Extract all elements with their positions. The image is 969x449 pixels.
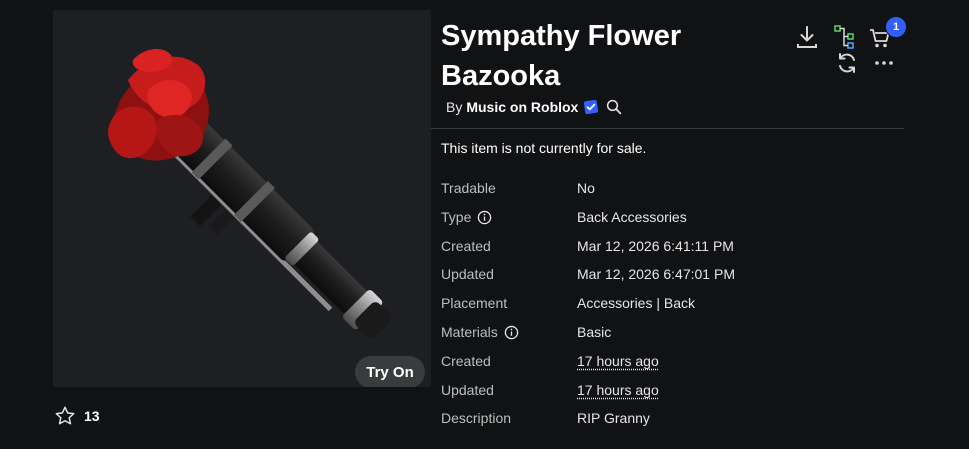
more-options-icon[interactable]	[873, 58, 895, 68]
cart-count-badge: 1	[885, 16, 907, 38]
detail-value: RIP Granny	[577, 410, 650, 426]
detail-label: Description	[441, 410, 512, 426]
by-label: By	[446, 99, 463, 115]
detail-value: Mar 12, 2026 6:41:11 PM	[577, 238, 734, 254]
detail-label: Created	[441, 238, 491, 254]
detail-row-updated-relative: Updated 17 hours ago	[441, 378, 659, 402]
favorite-count: 13	[84, 408, 100, 424]
sale-status: This item is not currently for sale.	[441, 140, 647, 156]
star-icon[interactable]	[54, 405, 76, 427]
item-title-line-2: Bazooka	[441, 60, 561, 92]
detail-row-type: Type Back Accessories	[441, 205, 687, 229]
creator-link[interactable]: Music on Roblox	[466, 99, 578, 115]
detail-row-updated: Updated Mar 12, 2026 6:47:01 PM	[441, 262, 735, 286]
divider	[431, 128, 904, 129]
detail-value: Back Accessories	[577, 209, 687, 225]
detail-label: Created	[441, 353, 491, 369]
item-title-line-1: Sympathy Flower	[441, 20, 682, 52]
download-icon[interactable]	[795, 24, 819, 50]
item-thumbnail: Try On 3D	[53, 10, 431, 387]
detail-row-tradable: Tradable No	[441, 176, 595, 200]
detail-value: No	[577, 180, 595, 196]
search-icon[interactable]	[605, 98, 623, 116]
verified-badge-icon	[584, 99, 599, 115]
detail-label: Placement	[441, 295, 508, 311]
detail-label-wrap: Materials	[441, 324, 577, 340]
detail-row-description: Description RIP Granny	[441, 406, 650, 430]
detail-value: Accessories | Back	[577, 295, 696, 311]
hierarchy-icon[interactable]	[833, 24, 857, 50]
detail-label: Updated	[441, 266, 494, 282]
detail-label-wrap: Type	[441, 209, 577, 225]
favorite-control[interactable]: 13	[54, 405, 100, 427]
creator-row: By Music on Roblox	[446, 98, 623, 116]
info-icon[interactable]	[477, 210, 492, 225]
detail-value: 17 hours ago	[577, 382, 659, 398]
refresh-icon[interactable]	[835, 51, 859, 75]
info-icon[interactable]	[504, 325, 519, 340]
bazooka-illustration	[108, 48, 392, 339]
detail-row-placement: Placement Accessories | Back	[441, 291, 695, 315]
detail-label: Tradable	[441, 180, 496, 196]
detail-label: Updated	[441, 382, 494, 398]
item-title: Sympathy Flower Bazooka	[441, 16, 761, 96]
try-on-button[interactable]: Try On	[355, 356, 425, 387]
detail-label: Materials	[441, 324, 498, 340]
flower-head	[108, 48, 209, 161]
detail-value: Mar 12, 2026 6:47:01 PM	[577, 266, 735, 282]
detail-value: Basic	[577, 324, 612, 340]
detail-value: 17 hours ago	[577, 353, 659, 369]
detail-row-created-relative: Created 17 hours ago	[441, 349, 659, 373]
detail-label: Type	[441, 209, 472, 225]
detail-row-materials: Materials Basic	[441, 320, 611, 344]
detail-row-created: Created Mar 12, 2026 6:41:11 PM	[441, 234, 734, 258]
